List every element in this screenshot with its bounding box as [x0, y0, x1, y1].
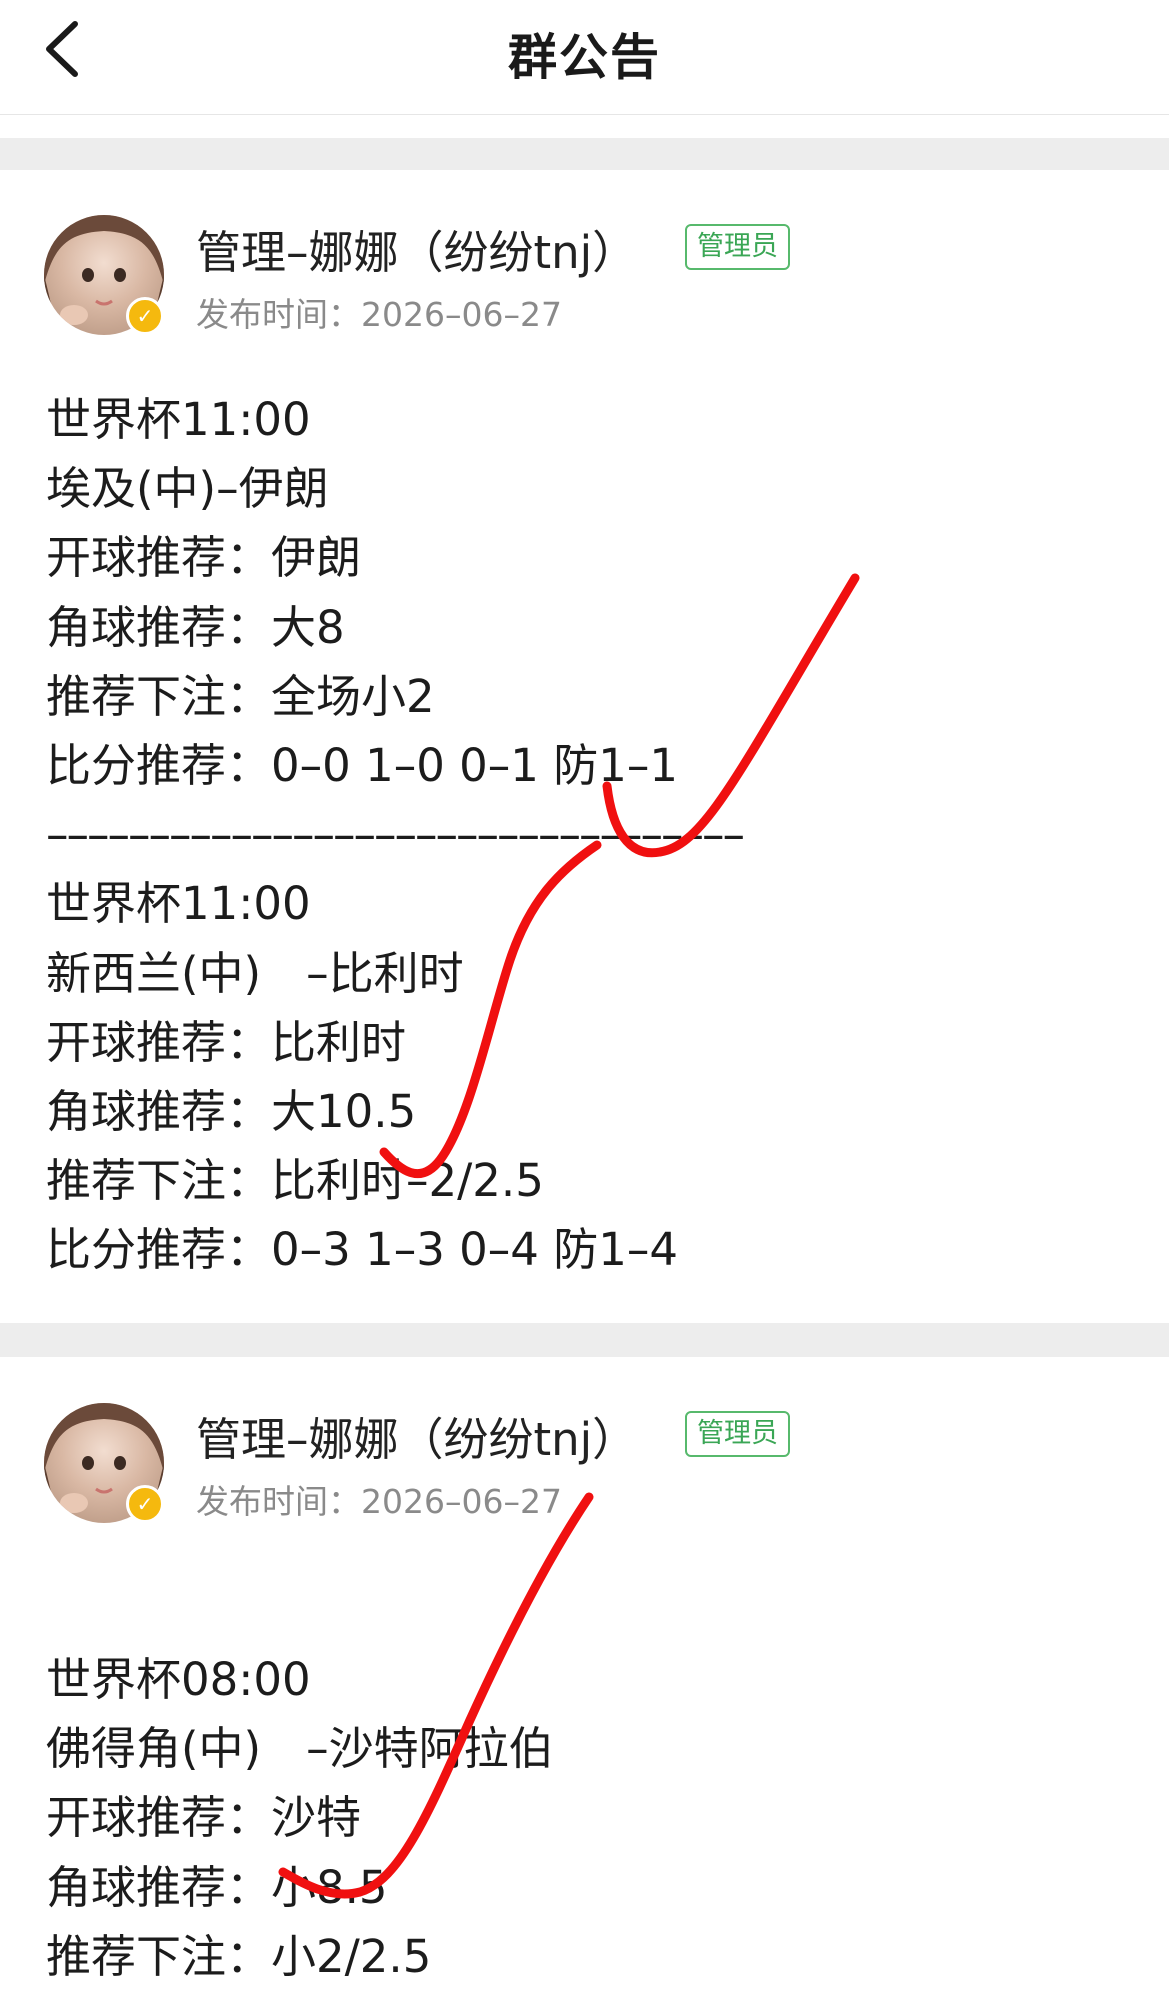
- publish-time-label: 发布时间：: [196, 295, 361, 334]
- page-title: 群公告: [507, 29, 661, 86]
- publish-time-value: 2026–06–27: [361, 295, 562, 334]
- body-line: 比分推荐：0–0 1–0 0–1 防1–1: [46, 738, 678, 792]
- body-line: 世界杯11:00: [46, 877, 311, 931]
- body-line: 推荐下注：全场小2: [46, 669, 435, 723]
- body-line: 推荐下注：比利时–2/2.5: [46, 1154, 544, 1208]
- author-name: 管理–娜娜（纷纷tnj）: [196, 226, 638, 279]
- body-line: 比分推荐：0–3 1–3 0–4 防1–4: [46, 1223, 678, 1277]
- body-line: 开球推荐：比利时: [46, 1015, 407, 1069]
- body-line: 角球推荐：小8.5: [46, 1860, 388, 1914]
- dashed-separator: ––––––––––––––––––––––––––––––––––: [46, 808, 745, 862]
- announcement-body: 世界杯11:00 埃及(中)–伊朗 开球推荐：伊朗 角球推荐：大8 推荐下注：全…: [46, 385, 1126, 1284]
- role-badge: 管理员: [685, 224, 790, 270]
- section-divider: [0, 138, 1169, 170]
- group-announcement-page: 群公告 ✓ 管理–娜娜（纷纷tnj） 管理员 发布时间：2026–06–27 世…: [0, 0, 1169, 1997]
- body-line: 世界杯11:00: [46, 393, 311, 446]
- announcement-card[interactable]: ✓ 管理–娜娜（纷纷tnj） 管理员 发布时间：2026–06–27 世界杯08…: [0, 1357, 1169, 1997]
- body-line: 开球推荐：沙特: [46, 1791, 362, 1845]
- announcement-body: 世界杯08:00 佛得角(中) –沙特阿拉伯 开球推荐：沙特 角球推荐：小8.5…: [46, 1645, 1126, 1991]
- body-line: 角球推荐：大10.5: [46, 1084, 417, 1138]
- publish-time-label: 发布时间：: [196, 1482, 361, 1521]
- publish-time-value: 2026–06–27: [361, 1482, 562, 1521]
- body-line: 佛得角(中) –沙特阿拉伯: [46, 1722, 554, 1776]
- verified-badge-icon: ✓: [126, 297, 164, 335]
- body-line: 角球推荐：大8: [46, 600, 345, 654]
- section-divider: [0, 1323, 1169, 1357]
- avatar[interactable]: ✓: [44, 1403, 164, 1523]
- verified-badge-icon: ✓: [126, 1485, 164, 1523]
- body-line: 世界杯08:00: [46, 1653, 311, 1706]
- publish-time: 发布时间：2026–06–27: [196, 1475, 562, 1523]
- author-name: 管理–娜娜（纷纷tnj）: [196, 1413, 638, 1466]
- body-line: 新西兰(中) –比利时: [46, 946, 464, 1000]
- announcement-card[interactable]: ✓ 管理–娜娜（纷纷tnj） 管理员 发布时间：2026–06–27 世界杯11…: [0, 170, 1169, 1323]
- body-line: 埃及(中)–伊朗: [46, 462, 329, 516]
- publish-time: 发布时间：2026–06–27: [196, 288, 562, 336]
- avatar[interactable]: ✓: [44, 215, 164, 335]
- body-line: 开球推荐：伊朗: [46, 531, 362, 585]
- role-badge: 管理员: [685, 1411, 790, 1457]
- nav-bar: 群公告: [0, 0, 1169, 115]
- body-line: 推荐下注：小2/2.5: [46, 1929, 432, 1983]
